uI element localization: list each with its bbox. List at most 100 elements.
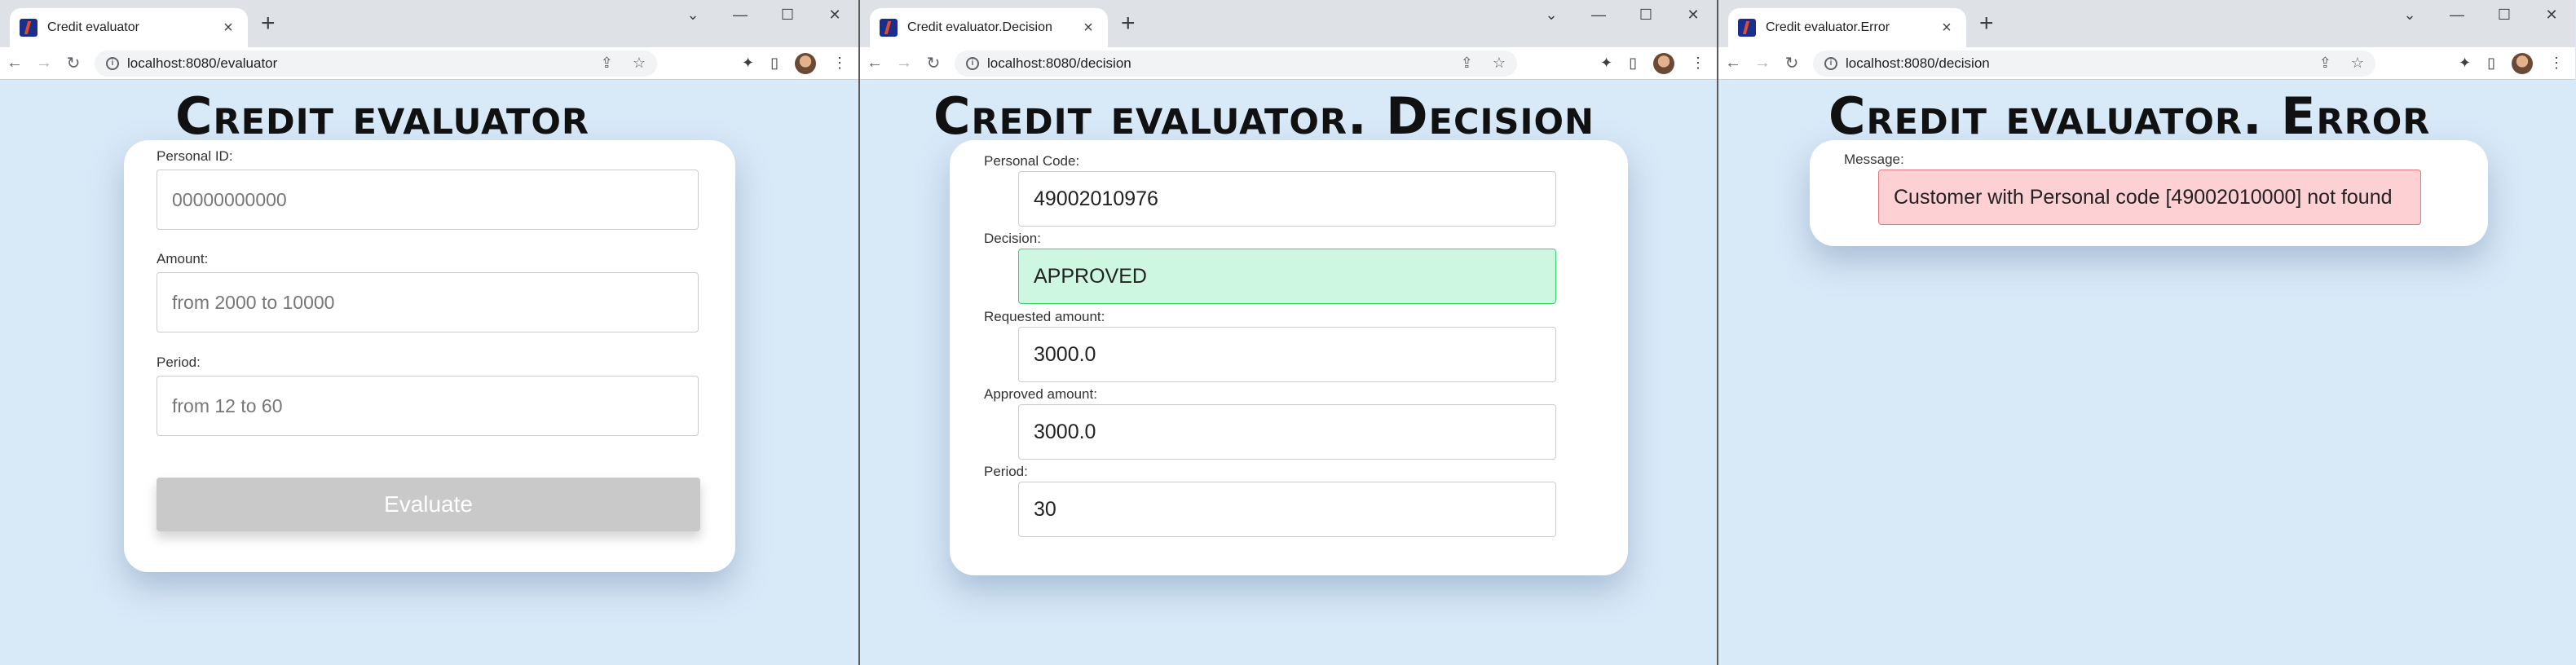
- browser-tab[interactable]: Credit evaluator ×: [10, 8, 248, 47]
- error-message: Customer with Personal code [49002010000…: [1878, 170, 2421, 225]
- side-panel-icon[interactable]: ▯: [2487, 55, 2495, 72]
- personal-id-label: Personal ID:: [157, 148, 233, 164]
- menu-icon[interactable]: ⋮: [832, 55, 847, 72]
- chevron-down-icon[interactable]: ⌄: [1528, 0, 1575, 29]
- maximize-icon[interactable]: ☐: [764, 0, 811, 29]
- minimize-icon[interactable]: —: [717, 0, 764, 29]
- page-content: Credit evaluator. Error Message: Custome…: [1718, 80, 2575, 665]
- reload-icon[interactable]: ↻: [1777, 53, 1806, 73]
- close-icon[interactable]: ×: [1078, 19, 1098, 37]
- share-icon[interactable]: ⇪: [1461, 55, 1473, 72]
- browser-toolbar: ← → ↻ i localhost:8080/evaluator ⇪ ☆ ✦ ▯…: [0, 47, 858, 80]
- forward-icon[interactable]: →: [889, 54, 919, 73]
- decision-value: APPROVED: [1018, 249, 1556, 304]
- window-close-icon[interactable]: ✕: [1670, 0, 1717, 29]
- reload-icon[interactable]: ↻: [919, 53, 948, 73]
- extensions-icon[interactable]: ✦: [742, 55, 754, 72]
- plus-icon[interactable]: +: [1979, 11, 1994, 36]
- window-close-icon[interactable]: ✕: [811, 0, 858, 29]
- error-panel: Message: Customer with Personal code [49…: [1810, 140, 2488, 246]
- page-content: Credit evaluator. Decision Personal Code…: [860, 80, 1717, 665]
- page-content: Credit evaluator Personal ID: 0000000000…: [0, 80, 858, 665]
- browser-window-decision: Credit evaluator.Decision × + ⌄ — ☐ ✕ ← …: [858, 0, 1717, 665]
- message-label: Message:: [1844, 152, 1904, 167]
- back-icon[interactable]: ←: [1718, 54, 1748, 73]
- minimize-icon[interactable]: —: [1575, 0, 1622, 29]
- browser-window-error: Credit evaluator.Error × + ⌄ — ☐ ✕ ← → ↻…: [1717, 0, 2575, 665]
- evaluate-button[interactable]: Evaluate: [157, 478, 700, 531]
- requested-amount-label: Requested amount:: [984, 309, 1105, 324]
- star-icon[interactable]: ☆: [1493, 55, 1506, 72]
- personal-code-value: 49002010976: [1018, 171, 1556, 227]
- back-icon[interactable]: ←: [0, 54, 29, 73]
- tab-title: Credit evaluator.Error: [1766, 20, 1890, 34]
- page-title: Credit evaluator. Error: [1828, 86, 2431, 146]
- browser-window-evaluator: Credit evaluator × + ⌄ — ☐ ✕ ← → ↻ i loc…: [0, 0, 858, 665]
- browser-tab[interactable]: Credit evaluator.Decision ×: [870, 8, 1108, 47]
- amount-label: Amount:: [157, 251, 209, 266]
- avatar[interactable]: [795, 52, 816, 74]
- maximize-icon[interactable]: ☐: [1622, 0, 1670, 29]
- address-bar[interactable]: i localhost:8080/evaluator ⇪ ☆: [95, 50, 657, 77]
- approved-amount-label: Approved amount:: [984, 386, 1097, 402]
- tab-title: Credit evaluator: [47, 20, 139, 34]
- decision-label: Decision:: [984, 231, 1041, 246]
- period-value: 30: [1018, 482, 1556, 537]
- share-icon[interactable]: ⇪: [601, 55, 613, 72]
- close-icon[interactable]: ×: [218, 19, 238, 37]
- browser-favicon: [880, 19, 898, 37]
- avatar[interactable]: [1653, 52, 1674, 74]
- tab-title: Credit evaluator.Decision: [907, 20, 1052, 34]
- chevron-down-icon[interactable]: ⌄: [669, 0, 717, 29]
- info-icon[interactable]: i: [1824, 56, 1837, 70]
- requested-amount-value: 3000.0: [1018, 327, 1556, 382]
- menu-icon[interactable]: ⋮: [1691, 55, 1705, 72]
- url-text: localhost:8080/decision: [1846, 55, 1990, 71]
- url-text: localhost:8080/decision: [987, 55, 1131, 71]
- extensions-icon[interactable]: ✦: [2459, 55, 2471, 72]
- reload-icon[interactable]: ↻: [59, 53, 88, 73]
- forward-icon[interactable]: →: [1748, 54, 1777, 73]
- info-icon[interactable]: i: [106, 56, 119, 70]
- personal-id-input[interactable]: 00000000000: [157, 170, 699, 230]
- browser-toolbar: ← → ↻ i localhost:8080/decision ⇪ ☆ ✦ ▯ …: [1718, 47, 2575, 80]
- page-title: Credit evaluator. Decision: [933, 86, 1595, 146]
- browser-favicon: [20, 19, 37, 37]
- window-controls: ⌄ — ☐ ✕: [669, 0, 858, 29]
- side-panel-icon[interactable]: ▯: [1629, 55, 1637, 72]
- close-icon[interactable]: ×: [1937, 19, 1956, 37]
- browser-favicon: [1738, 19, 1756, 37]
- star-icon[interactable]: ☆: [2351, 55, 2364, 72]
- decision-panel: Personal Code: 49002010976 Decision: APP…: [950, 140, 1628, 575]
- plus-icon[interactable]: +: [261, 11, 276, 36]
- chevron-down-icon[interactable]: ⌄: [2386, 0, 2433, 29]
- tab-strip: Credit evaluator × + ⌄ — ☐ ✕: [0, 0, 858, 47]
- maximize-icon[interactable]: ☐: [2481, 0, 2528, 29]
- back-icon[interactable]: ←: [860, 54, 889, 73]
- tab-strip: Credit evaluator.Decision × + ⌄ — ☐ ✕: [860, 0, 1717, 47]
- extensions-icon[interactable]: ✦: [1600, 55, 1612, 72]
- minimize-icon[interactable]: —: [2433, 0, 2481, 29]
- window-controls: ⌄ — ☐ ✕: [1528, 0, 1717, 29]
- amount-input[interactable]: from 2000 to 10000: [157, 272, 699, 332]
- address-bar[interactable]: i localhost:8080/decision ⇪ ☆: [955, 50, 1517, 77]
- avatar[interactable]: [2512, 52, 2533, 74]
- share-icon[interactable]: ⇪: [2319, 55, 2331, 72]
- menu-icon[interactable]: ⋮: [2549, 55, 2564, 72]
- tab-strip: Credit evaluator.Error × + ⌄ — ☐ ✕: [1718, 0, 2575, 47]
- plus-icon[interactable]: +: [1121, 11, 1136, 36]
- period-label: Period:: [984, 464, 1028, 479]
- window-controls: ⌄ — ☐ ✕: [2386, 0, 2575, 29]
- period-label: Period:: [157, 355, 201, 370]
- evaluator-form: Personal ID: 00000000000 Amount: from 20…: [124, 140, 735, 572]
- forward-icon[interactable]: →: [29, 54, 59, 73]
- side-panel-icon[interactable]: ▯: [770, 55, 779, 72]
- page-title: Credit evaluator: [175, 86, 590, 146]
- browser-tab[interactable]: Credit evaluator.Error ×: [1728, 8, 1966, 47]
- approved-amount-value: 3000.0: [1018, 404, 1556, 460]
- period-input[interactable]: from 12 to 60: [157, 376, 699, 436]
- star-icon[interactable]: ☆: [633, 55, 646, 72]
- address-bar[interactable]: i localhost:8080/decision ⇪ ☆: [1813, 50, 2375, 77]
- info-icon[interactable]: i: [966, 56, 979, 70]
- window-close-icon[interactable]: ✕: [2528, 0, 2575, 29]
